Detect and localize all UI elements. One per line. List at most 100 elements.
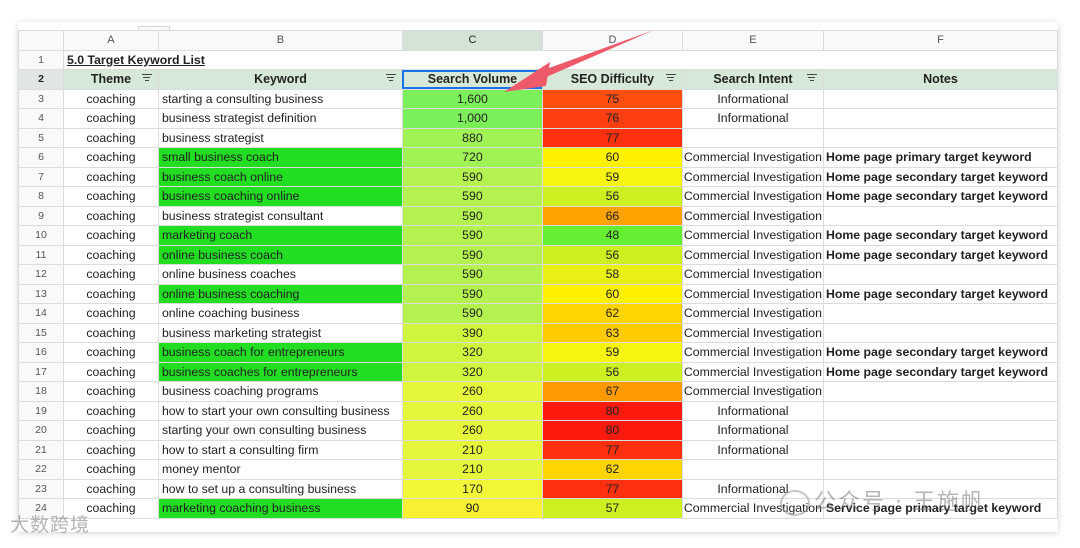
column-header-e[interactable]: E [681,30,824,51]
search-intent-cell[interactable]: Commercial Investigation [681,147,824,168]
search-volume-cell[interactable]: 390 [401,322,543,343]
notes-cell[interactable]: Home page secondary target keyword [822,283,1058,304]
header-theme[interactable]: Theme [62,69,159,90]
keyword-cell[interactable]: small business coach [157,147,403,168]
search-volume-cell[interactable]: 1,000 [401,108,543,129]
notes-cell[interactable]: Home page secondary target keyword [822,361,1058,382]
notes-cell[interactable] [822,264,1058,285]
search-volume-cell[interactable]: 720 [401,147,543,168]
search-volume-cell[interactable]: 260 [401,400,543,421]
row-number[interactable]: 23 [18,478,64,499]
search-intent-cell[interactable]: Commercial Investigation [681,322,824,343]
keyword-cell[interactable]: business strategist consultant [157,205,403,226]
theme-cell[interactable]: coaching [62,88,159,109]
header-keyword[interactable]: Keyword [157,69,403,90]
row-number[interactable]: 21 [18,439,64,460]
theme-cell[interactable]: coaching [62,225,159,246]
search-volume-cell[interactable]: 590 [401,264,543,285]
seo-difficulty-cell[interactable]: 60 [541,147,683,168]
notes-cell[interactable] [822,439,1058,460]
search-volume-cell[interactable]: 320 [401,342,543,363]
notes-cell[interactable] [822,420,1058,441]
search-intent-cell[interactable]: Informational [681,400,824,421]
search-volume-cell[interactable]: 320 [401,361,543,382]
search-intent-cell[interactable]: Commercial Investigation [681,342,824,363]
seo-difficulty-cell[interactable]: 77 [541,439,683,460]
notes-cell[interactable] [822,108,1058,129]
row-number[interactable]: 20 [18,420,64,441]
keyword-cell[interactable]: starting a consulting business [157,88,403,109]
keyword-cell[interactable]: money mentor [157,459,403,480]
header-notes[interactable]: Notes [822,69,1058,90]
seo-difficulty-cell[interactable]: 67 [541,381,683,402]
theme-cell[interactable]: coaching [62,127,159,148]
search-intent-cell[interactable]: Commercial Investigation [681,225,824,246]
keyword-cell[interactable]: marketing coaching business [157,498,403,519]
notes-cell[interactable]: Home page secondary target keyword [822,166,1058,187]
theme-cell[interactable]: coaching [62,205,159,226]
search-volume-cell[interactable]: 260 [401,420,543,441]
filter-icon[interactable] [385,74,396,83]
theme-cell[interactable]: coaching [62,166,159,187]
notes-cell[interactable] [822,88,1058,109]
row-number[interactable]: 19 [18,400,64,421]
row-number[interactable]: 1 [18,49,64,70]
column-header-d[interactable]: D [541,30,683,51]
sheet-title[interactable]: 5.0 Target Keyword List [62,49,1058,70]
theme-cell[interactable]: coaching [62,381,159,402]
search-volume-cell[interactable]: 210 [401,439,543,460]
filter-icon[interactable] [665,74,676,83]
column-header-a[interactable]: A [62,30,159,51]
search-volume-cell[interactable]: 590 [401,303,543,324]
seo-difficulty-cell[interactable]: 62 [541,303,683,324]
theme-cell[interactable]: coaching [62,420,159,441]
row-number[interactable]: 2 [18,69,64,90]
row-number[interactable]: 9 [18,205,64,226]
seo-difficulty-cell[interactable]: 60 [541,283,683,304]
keyword-cell[interactable]: how to start your own consulting busines… [157,400,403,421]
keyword-cell[interactable]: business coach online [157,166,403,187]
search-volume-cell[interactable]: 880 [401,127,543,148]
theme-cell[interactable]: coaching [62,361,159,382]
theme-cell[interactable]: coaching [62,478,159,499]
notes-cell[interactable]: Home page primary target keyword [822,147,1058,168]
notes-cell[interactable] [822,459,1058,480]
search-volume-cell[interactable]: 1,600 [401,88,543,109]
row-number[interactable]: 6 [18,147,64,168]
search-volume-cell[interactable]: 590 [401,244,543,265]
seo-difficulty-cell[interactable]: 77 [541,478,683,499]
search-intent-cell[interactable]: Informational [681,420,824,441]
notes-cell[interactable] [822,400,1058,421]
row-number[interactable]: 14 [18,303,64,324]
seo-difficulty-cell[interactable]: 56 [541,361,683,382]
keyword-cell[interactable]: marketing coach [157,225,403,246]
search-intent-cell[interactable]: Informational [681,108,824,129]
theme-cell[interactable]: coaching [62,147,159,168]
row-number[interactable]: 4 [18,108,64,129]
row-number[interactable]: 12 [18,264,64,285]
theme-cell[interactable]: coaching [62,244,159,265]
keyword-cell[interactable]: online business coaches [157,264,403,285]
search-intent-cell[interactable]: Commercial Investigation [681,186,824,207]
row-number[interactable]: 17 [18,361,64,382]
search-volume-cell[interactable]: 590 [401,186,543,207]
row-number[interactable]: 5 [18,127,64,148]
row-number[interactable]: 7 [18,166,64,187]
search-volume-cell[interactable]: 210 [401,459,543,480]
search-volume-cell[interactable]: 590 [401,225,543,246]
search-intent-cell[interactable]: Commercial Investigation [681,166,824,187]
row-number[interactable]: 8 [18,186,64,207]
keyword-cell[interactable]: online business coaching [157,283,403,304]
theme-cell[interactable]: coaching [62,283,159,304]
seo-difficulty-cell[interactable]: 56 [541,186,683,207]
search-intent-cell[interactable]: Commercial Investigation [681,303,824,324]
search-volume-cell[interactable]: 590 [401,283,543,304]
search-intent-cell[interactable]: Commercial Investigation [681,381,824,402]
notes-cell[interactable] [822,381,1058,402]
seo-difficulty-cell[interactable]: 76 [541,108,683,129]
seo-difficulty-cell[interactable]: 75 [541,88,683,109]
seo-difficulty-cell[interactable]: 58 [541,264,683,285]
search-intent-cell[interactable]: Commercial Investigation [681,361,824,382]
filter-icon[interactable] [806,74,817,83]
keyword-cell[interactable]: business strategist [157,127,403,148]
